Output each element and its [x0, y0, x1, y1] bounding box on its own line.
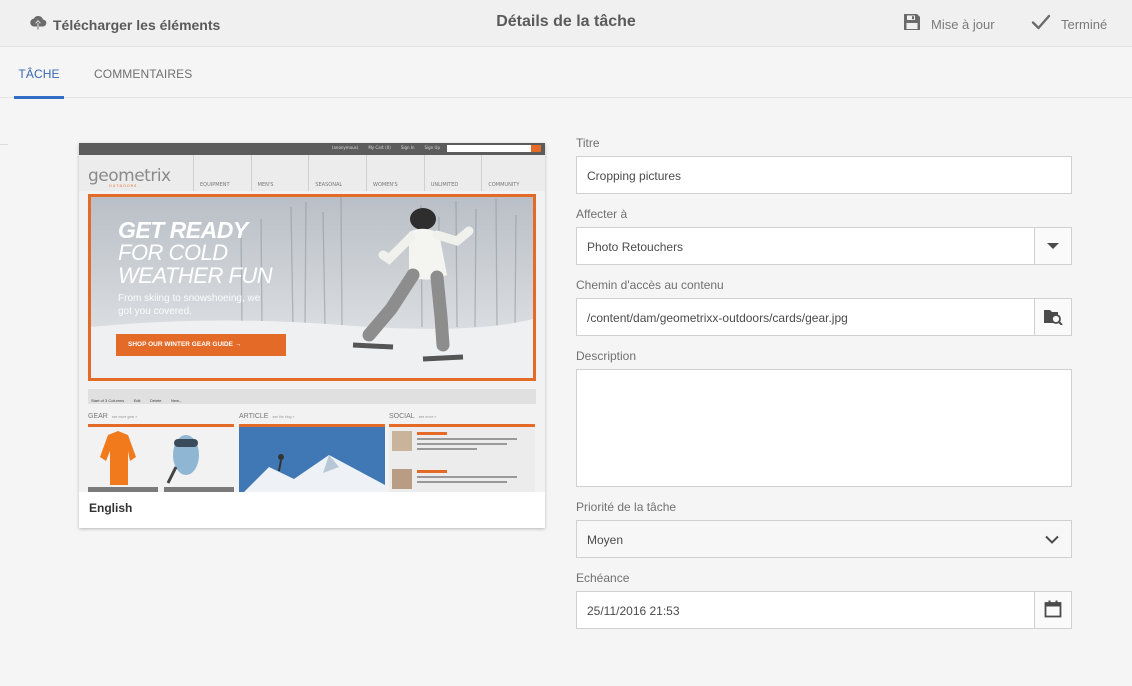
hero-subheadline-2: WEATHER FUN: [118, 263, 273, 288]
column-header: GEAR see more gear »: [88, 411, 234, 427]
title-value: Cropping pictures: [587, 169, 682, 183]
caret-down-icon: [1047, 239, 1059, 253]
asset-thumbnail: (anonymous) My Cart (0) Sign In Sign Up …: [79, 143, 545, 492]
thumbnail-nav-item: WOMEN'S: [366, 155, 424, 191]
thumbnail-nav-item: SEASONAL: [308, 155, 366, 191]
thumbnail-toolbar: Start of 3 Columns Edit Delete New...: [88, 389, 536, 404]
done-label: Terminé: [1061, 17, 1108, 32]
due-date-value: 25/11/2016 21:53: [587, 604, 680, 618]
hero-cta: SHOP OUR WINTER GEAR GUIDE →: [116, 334, 286, 356]
folder-search-icon: [1043, 307, 1063, 328]
thumbnail-toolbar-item: Start of 3 Columns: [91, 398, 125, 403]
column-title: ARTICLE: [239, 413, 269, 420]
assign-label: Affecter à: [576, 207, 628, 221]
priority-label: Priorité de la tâche: [576, 500, 677, 514]
assign-to-select[interactable]: Photo Retouchers: [576, 227, 1072, 265]
chevron-down-icon: [1045, 533, 1059, 547]
asset-caption: English: [89, 501, 133, 515]
thumbnail-hero-banner: GET READY FOR COLD WEATHER FUN From skii…: [88, 194, 536, 381]
thumbnail-top-links: (anonymous) My Cart (0) Sign In Sign Up: [332, 145, 440, 150]
description-textarea[interactable]: [576, 369, 1072, 487]
tab-bar: Tâche Commentaires: [0, 48, 1132, 99]
content-path-field[interactable]: /content/dam/geometrixx-outdoors/cards/g…: [576, 298, 1072, 336]
download-assets-button[interactable]: Télécharger les éléments: [29, 13, 220, 36]
social-feed-image: [389, 427, 535, 492]
priority-select[interactable]: Moyen: [576, 520, 1072, 558]
thumbnail-search: [447, 145, 531, 152]
thumbnail-link: (anonymous): [331, 145, 359, 150]
action-bar: Télécharger les éléments Détails de la t…: [0, 0, 1132, 47]
column-header: SOCIAL see more »: [389, 411, 535, 427]
content-path-label: Chemin d'accès au contenu: [576, 278, 724, 292]
browse-path-button[interactable]: [1034, 298, 1072, 336]
thumbnail-nav-item: EQUIPMENT: [193, 155, 251, 191]
thumbnail-column-article: ARTICLE see the blog »: [239, 411, 385, 492]
thumbnail-logo-sub: OUTDOORS: [109, 184, 138, 188]
thumbnail-nav-item: COMMUNITY: [481, 155, 539, 191]
download-assets-label: Télécharger les éléments: [53, 16, 221, 33]
due-date-label: Echéance: [576, 571, 630, 585]
thumbnail-nav: EQUIPMENT MEN'S SEASONAL WOMEN'S UNLIMIT…: [193, 155, 539, 191]
description-label: Description: [576, 349, 637, 363]
update-button[interactable]: Mise à jour: [903, 13, 995, 36]
floppy-disk-icon: [903, 13, 921, 36]
thumbnail-nav-item: MEN'S: [250, 155, 309, 191]
column-title: GEAR: [88, 413, 108, 420]
column-title: SOCIAL: [389, 413, 415, 420]
checkmark-icon: [1031, 13, 1051, 36]
column-header: ARTICLE see the blog »: [239, 411, 385, 427]
due-date-field[interactable]: 25/11/2016 21:53: [576, 591, 1072, 629]
thumbnail-toolbar-item: Edit: [133, 398, 141, 403]
assign-dropdown-button[interactable]: [1034, 227, 1072, 265]
thumbnail-link: My Cart (0): [368, 145, 391, 150]
done-button[interactable]: Terminé: [1031, 13, 1107, 36]
column-link: see more gear »: [111, 415, 138, 419]
thumbnail-column-social: SOCIAL see more »: [389, 411, 535, 492]
column-link: see the blog »: [272, 415, 295, 419]
gear-products-image: [88, 431, 234, 492]
divider: [0, 144, 8, 145]
thumbnail-toolbar-item: Delete: [149, 398, 162, 403]
priority-value: Moyen: [587, 533, 624, 547]
calendar-button[interactable]: [1034, 591, 1072, 629]
assign-value: Photo Retouchers: [587, 240, 684, 254]
tab-task[interactable]: Tâche: [14, 48, 64, 99]
update-label: Mise à jour: [931, 17, 995, 32]
thumbnail-logo: geometrix: [88, 166, 171, 186]
title-field[interactable]: Cropping pictures: [576, 156, 1072, 194]
article-mountain-image: [239, 427, 385, 492]
thumbnail-search-button: [531, 145, 541, 152]
thumbnail-link: Sign In: [400, 145, 415, 150]
hero-subheadline-1: FOR COLD: [118, 240, 228, 265]
tab-comments[interactable]: Commentaires: [94, 48, 192, 98]
thumbnail-column-gear: GEAR see more gear »: [88, 411, 234, 492]
title-label: Titre: [576, 136, 600, 150]
upload-cloud-icon: [29, 13, 47, 36]
hero-text: From skiing to snowshoeing, we got you c…: [118, 293, 261, 317]
thumbnail-toolbar-item: New...: [170, 398, 183, 403]
calendar-icon: [1044, 600, 1062, 621]
thumbnail-link: Sign Up: [424, 145, 440, 150]
thumbnail-nav-item: UNLIMITED: [423, 155, 482, 191]
column-link: see more »: [418, 415, 437, 419]
asset-card[interactable]: (anonymous) My Cart (0) Sign In Sign Up …: [79, 143, 545, 528]
content-path-value: /content/dam/geometrixx-outdoors/cards/g…: [587, 311, 848, 325]
